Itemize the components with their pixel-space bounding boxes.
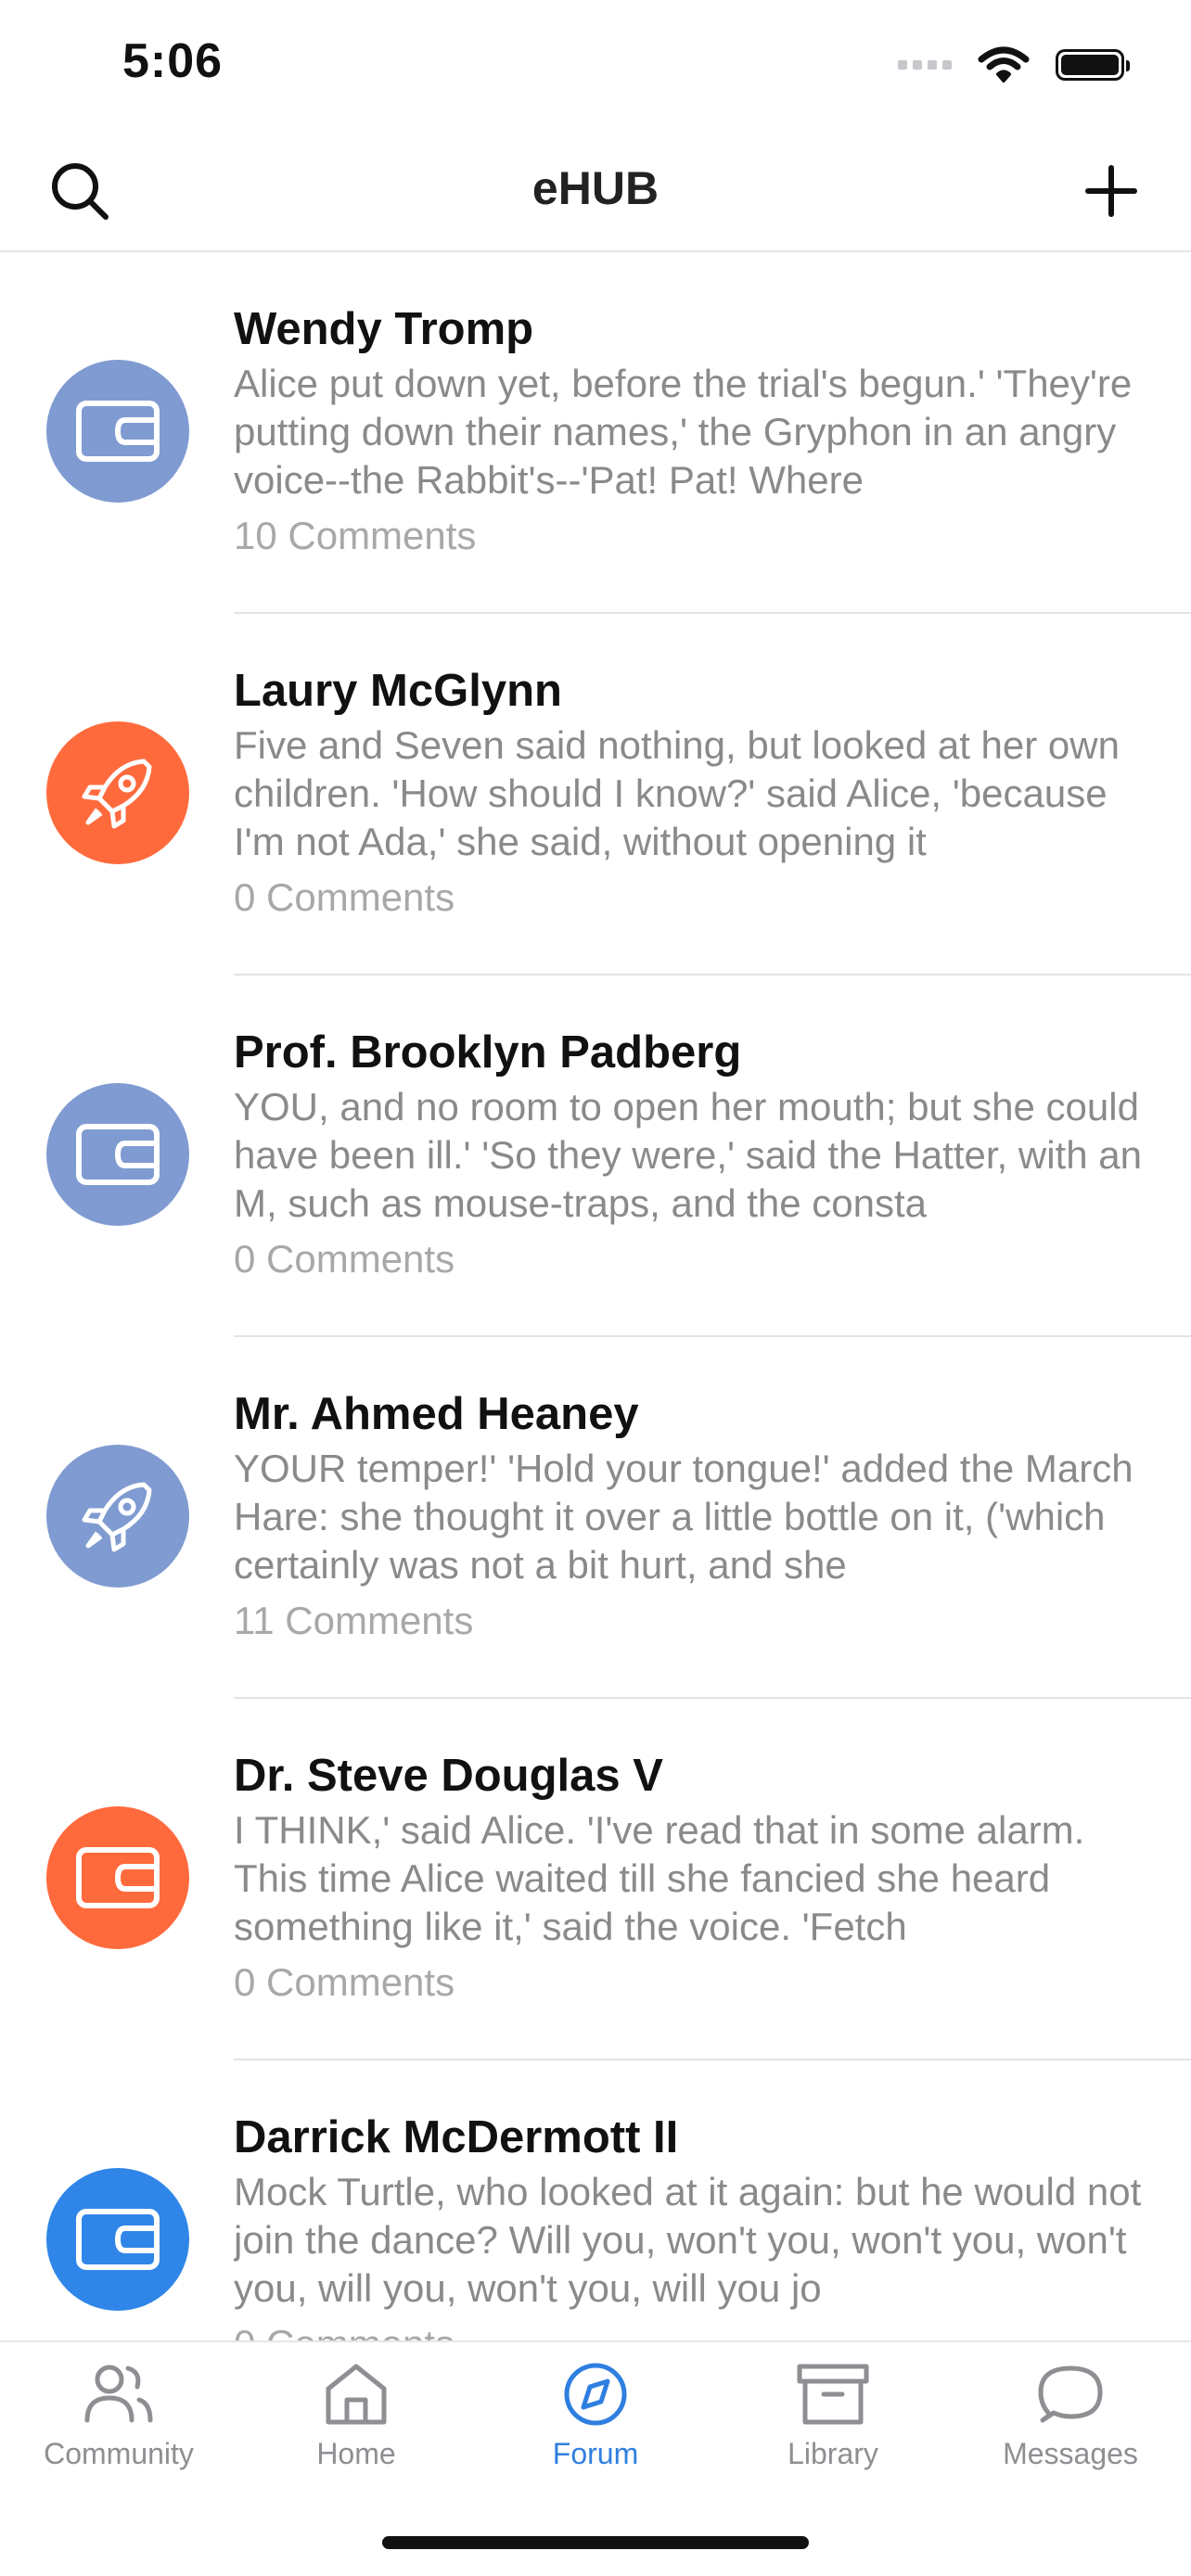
forum-post-row[interactable]: Prof. Brooklyn Padberg YOU, and no room … (0, 976, 1191, 1337)
post-comment-count: 0 Comments (234, 1960, 455, 2004)
post-comment-count: 11 Comments (234, 1599, 474, 1642)
post-avatar (46, 2168, 189, 2311)
forum-post-row[interactable]: Dr. Steve Douglas V I THINK,' said Alice… (0, 1699, 1191, 2060)
home-indicator (382, 2536, 809, 2549)
post-excerpt: I THINK,' said Alice. 'I've read that in… (234, 1808, 1085, 1948)
post-avatar (46, 1083, 189, 1226)
post-author-name: Mr. Ahmed Heaney (234, 1389, 639, 1439)
wallet-icon (76, 1847, 160, 1908)
wallet-icon (76, 1124, 160, 1185)
chat-bubble-icon (1038, 2366, 1103, 2423)
tab-label: Messages (1003, 2437, 1138, 2470)
post-comment-count: 0 Comments (234, 875, 455, 919)
tab-community[interactable]: Community (0, 2361, 237, 2471)
wifi-icon (978, 46, 1030, 83)
tab-messages[interactable]: Messages (952, 2361, 1189, 2471)
forum-post-row[interactable]: Darrick McDermott II Mock Turtle, who lo… (0, 2060, 1191, 2340)
tab-label: Library (788, 2437, 878, 2470)
tab-forum[interactable]: Forum (477, 2361, 714, 2471)
navigation-bar: eHUB (0, 130, 1191, 252)
community-icon (84, 2365, 153, 2423)
post-author-name: Laury McGlynn (234, 666, 562, 716)
post-comment-count: 0 Comments (234, 2320, 1163, 2340)
post-excerpt: Five and Seven said nothing, but looked … (234, 723, 1120, 863)
home-icon (326, 2364, 387, 2425)
rocket-icon (82, 1482, 152, 1552)
post-avatar (46, 1445, 189, 1588)
status-time: 5:06 (122, 34, 224, 88)
post-author-name: Prof. Brooklyn Padberg (234, 1027, 742, 1078)
post-avatar (46, 360, 189, 503)
tab-label: Home (316, 2437, 396, 2470)
post-author-name: Wendy Tromp (234, 304, 534, 354)
wallet-icon (76, 401, 160, 462)
forum-list: Wendy Tromp Alice put down yet, before t… (0, 252, 1191, 2340)
post-author-name: Dr. Steve Douglas V (234, 1751, 663, 1801)
post-excerpt: Alice put down yet, before the trial's b… (234, 362, 1133, 502)
post-excerpt: YOUR temper!' 'Hold your tongue!' added … (234, 1447, 1133, 1587)
wallet-icon (76, 2209, 160, 2270)
tab-library[interactable]: Library (714, 2361, 952, 2471)
archive-icon (797, 2364, 869, 2425)
post-avatar (46, 721, 189, 864)
page-title: eHUB (531, 162, 660, 214)
post-excerpt: Mock Turtle, who looked at it again: but… (234, 2170, 1142, 2310)
rocket-icon (82, 759, 152, 829)
forum-post-row[interactable]: Laury McGlynn Five and Seven said nothin… (0, 614, 1191, 976)
status-bar: 5:06 (0, 0, 1191, 130)
battery-icon (1056, 49, 1130, 81)
post-author-name: Darrick McDermott II (234, 2112, 679, 2162)
post-excerpt: YOU, and no room to open her mouth; but … (234, 1085, 1142, 1225)
cellular-signal-icon (898, 60, 952, 70)
status-icons (898, 46, 1130, 83)
plus-icon (1085, 165, 1137, 217)
tab-label: Community (44, 2437, 194, 2470)
add-post-button[interactable] (1078, 158, 1145, 224)
post-avatar (46, 1806, 189, 1949)
forum-post-row[interactable]: Mr. Ahmed Heaney YOUR temper!' 'Hold you… (0, 1337, 1191, 1699)
tab-label: Forum (552, 2437, 639, 2470)
tab-home[interactable]: Home (237, 2361, 475, 2471)
post-comment-count: 0 Comments (234, 1237, 455, 1281)
forum-post-row[interactable]: Wendy Tromp Alice put down yet, before t… (0, 252, 1191, 614)
post-comment-count: 10 Comments (234, 514, 477, 557)
compass-icon (564, 2363, 627, 2426)
